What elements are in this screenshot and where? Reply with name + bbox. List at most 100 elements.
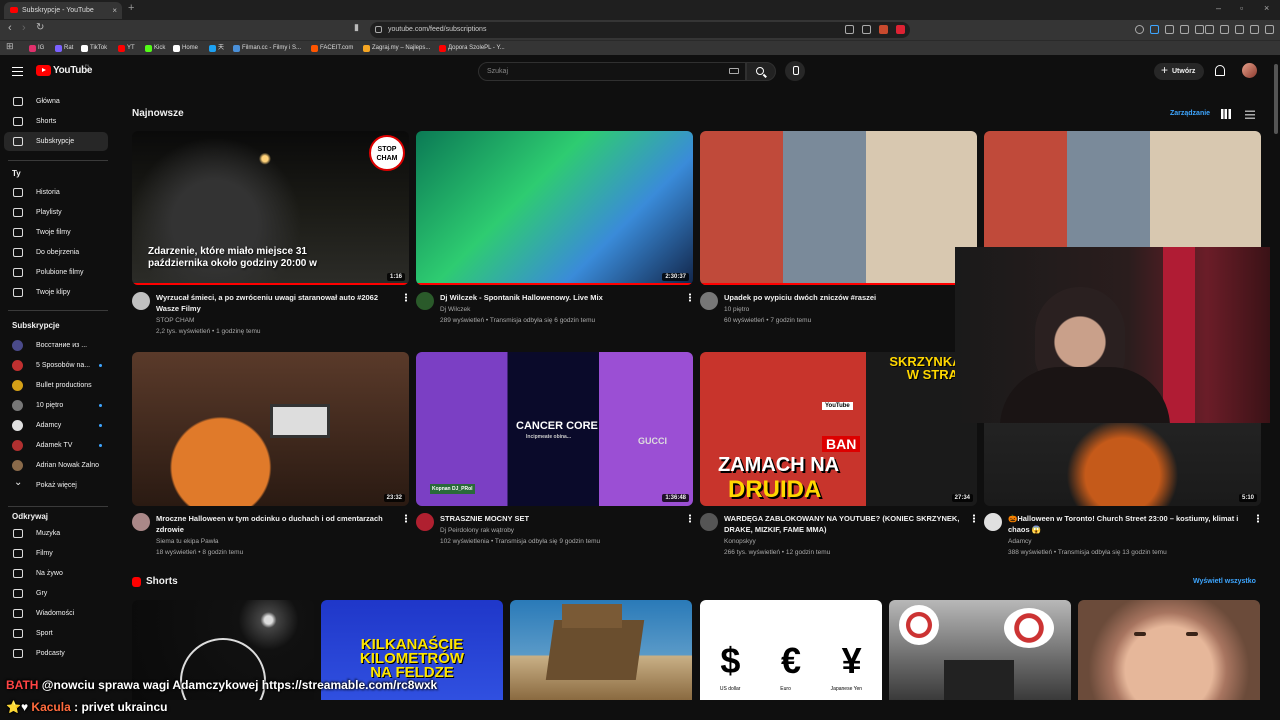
channel-name[interactable]: Siema tu ekipa Pawła <box>156 538 219 545</box>
sidebar-toggle-icon[interactable] <box>1205 25 1214 34</box>
sidebar-item-home[interactable]: Główna <box>4 92 108 111</box>
video-title[interactable]: Dj Wilczek - Spontanik Hallowenowy. Live… <box>440 292 678 303</box>
search-button[interactable] <box>746 62 776 81</box>
video-thumbnail[interactable]: 27:34 SKRZYNKAR W STRACI YouTube BAN ZAMACH N… <box>700 352 977 506</box>
video-thumbnail[interactable]: 1:36:48 CANCER CORE Incipmeate obina... GUC… <box>416 352 693 506</box>
browser-tab[interactable]: Subskrypcje - YouTube × <box>4 2 122 19</box>
short-card[interactable] <box>889 600 1071 700</box>
channel-name[interactable]: Dj Wilczek <box>440 306 470 313</box>
bookmark-item[interactable]: Kick <box>144 42 165 55</box>
split-view-icon[interactable] <box>1220 25 1229 34</box>
address-bar[interactable]: youtube.com/feed/subscriptions <box>370 22 910 38</box>
new-tab-icon[interactable]: + <box>128 2 134 14</box>
video-thumbnail[interactable]: 1:16 Zdarzenie, które miało miejsce 31 pa… <box>132 131 409 285</box>
short-card[interactable]: $ € ¥ US dollar Euro Japanese Yen <box>700 600 882 700</box>
bookmark-item[interactable]: Filman.cc - Filmy i S... <box>232 42 301 55</box>
extension-2-icon[interactable] <box>1195 25 1204 34</box>
sidebar-item-podcast[interactable]: Podcasty <box>4 644 108 663</box>
channel-avatar[interactable] <box>132 513 150 531</box>
more-actions-icon[interactable] <box>689 293 691 302</box>
bookmark-item[interactable]: TikTok <box>80 42 107 55</box>
bookmark-item[interactable]: IG <box>28 42 44 55</box>
apps-grid-icon[interactable]: ⊞ <box>6 41 14 52</box>
extension-shield-icon[interactable] <box>879 25 888 34</box>
manage-link[interactable]: Zarządzanie <box>1170 110 1210 117</box>
bookmark-item[interactable]: Rat <box>54 42 73 55</box>
menu-hamburger-icon[interactable] <box>12 67 23 76</box>
voice-search-icon[interactable] <box>785 61 805 81</box>
channel-name[interactable]: 10 piętro <box>724 306 749 313</box>
site-info-icon[interactable] <box>375 26 382 33</box>
channel-name[interactable]: STOP CHAM <box>156 317 194 324</box>
video-thumbnail[interactable]: 2:30:37 <box>416 131 693 285</box>
short-card[interactable] <box>1078 600 1260 700</box>
sidebar-item-clock[interactable]: Do obejrzenia <box>4 243 108 262</box>
video-thumbnail[interactable] <box>700 131 977 285</box>
more-actions-icon[interactable] <box>405 514 407 523</box>
video-title[interactable]: Upadek po wypiciu dwóch zniczów #raszei <box>724 292 962 303</box>
maximize-icon[interactable]: ▫ <box>1240 3 1243 13</box>
bookmark-item[interactable]: FACEIT.com <box>310 42 353 55</box>
sidebar-item-shorts[interactable]: Shorts <box>4 112 108 131</box>
sidebar-subscription[interactable]: Восстание из ... <box>4 336 108 355</box>
channel-avatar[interactable] <box>984 513 1002 531</box>
close-tab-icon[interactable]: × <box>112 2 117 19</box>
channel-name[interactable]: Dj Peirdolony rak wątroby <box>440 527 514 534</box>
forward-icon[interactable]: › <box>22 22 26 34</box>
bookmark-item[interactable]: YT <box>117 42 135 55</box>
sidebar-item-subscriptions[interactable]: Subskrypcje <box>4 132 108 151</box>
sidebar-item-history[interactable]: Historia <box>4 183 108 202</box>
channel-avatar[interactable] <box>416 513 434 531</box>
keyboard-icon[interactable] <box>729 68 739 74</box>
sidebar-subscription[interactable]: 10 piętro <box>4 396 108 415</box>
bookmark-page-icon[interactable]: ▮ <box>354 22 359 33</box>
cast-icon[interactable] <box>845 25 854 34</box>
sidebar-subscription[interactable]: Adamek TV <box>4 436 108 455</box>
share-icon[interactable] <box>862 25 871 34</box>
youtube-logo-icon[interactable] <box>36 65 51 76</box>
sidebar-item-music[interactable]: Muzyka <box>4 524 108 543</box>
page-scrollbar[interactable] <box>1272 56 1280 700</box>
video-title[interactable]: STRASZNIE MOCNY SET <box>440 513 678 524</box>
sidebar-item-trophy[interactable]: Sport <box>4 624 108 643</box>
menu-icon[interactable] <box>1265 25 1274 34</box>
bookmark-item[interactable]: Home <box>172 42 198 55</box>
bookmark-item[interactable]: Доpora SzolePL - Y... <box>438 42 505 55</box>
puzzle-icon[interactable] <box>1180 25 1189 34</box>
sidebar-item-video[interactable]: Twoje filmy <box>4 223 108 242</box>
shield-icon[interactable] <box>1250 25 1259 34</box>
extension-blue-icon[interactable] <box>1150 25 1159 34</box>
channel-avatar[interactable] <box>416 292 434 310</box>
extension-red-icon[interactable] <box>896 25 905 34</box>
bookmark-item[interactable]: 天 <box>208 42 224 55</box>
more-actions-icon[interactable] <box>689 514 691 523</box>
create-button[interactable]: Utwórz <box>1154 62 1204 80</box>
sidebar-item-live[interactable]: Na żywo <box>4 564 108 583</box>
video-title[interactable]: WARDĘGA ZABLOKOWANY NA YOUTUBE? (KONIEC … <box>724 513 962 535</box>
channel-avatar[interactable] <box>700 292 718 310</box>
avatar[interactable] <box>1242 63 1257 78</box>
reload-icon[interactable]: ↻ <box>36 22 44 33</box>
channel-avatar[interactable] <box>132 292 150 310</box>
show-all-link[interactable]: Wyświetl wszystko <box>1193 578 1256 585</box>
video-thumbnail[interactable]: 23:32 <box>132 352 409 506</box>
video-title[interactable]: Wyrzucał śmieci, a po zwróceniu uwagi st… <box>156 292 394 314</box>
sidebar-item-gamepad[interactable]: Gry <box>4 584 108 603</box>
channel-name[interactable]: Konopskyy <box>724 538 756 545</box>
video-title[interactable]: 🎃Halloween w Toronto! Church Street 23:0… <box>1008 513 1246 535</box>
sidebar-item-like[interactable]: Polubione filmy <box>4 263 108 282</box>
bookmark-item[interactable]: Zagraj.my – Najleps... <box>362 42 430 55</box>
back-icon[interactable]: ‹ <box>8 22 12 34</box>
grid-view-icon[interactable] <box>1221 109 1231 119</box>
video-title[interactable]: Mroczne Halloween w tym odcinku o duchac… <box>156 513 394 535</box>
sidebar-subscription[interactable]: Bullet productions <box>4 376 108 395</box>
more-actions-icon[interactable] <box>973 514 975 523</box>
sidebar-subscription[interactable]: Adrian Nowak Zalno <box>4 456 108 475</box>
scrollbar-thumb[interactable] <box>1274 64 1278 134</box>
sidebar-item-film[interactable]: Filmy <box>4 544 108 563</box>
search-input[interactable]: Szukaj <box>478 62 746 81</box>
extension-icon[interactable] <box>1165 25 1174 34</box>
sidebar-subscription[interactable]: 5 Sposobów na... <box>4 356 108 375</box>
channel-name[interactable]: Adamcy <box>1008 538 1031 545</box>
sidebar-item-scissors[interactable]: Twoje klipy <box>4 283 108 302</box>
